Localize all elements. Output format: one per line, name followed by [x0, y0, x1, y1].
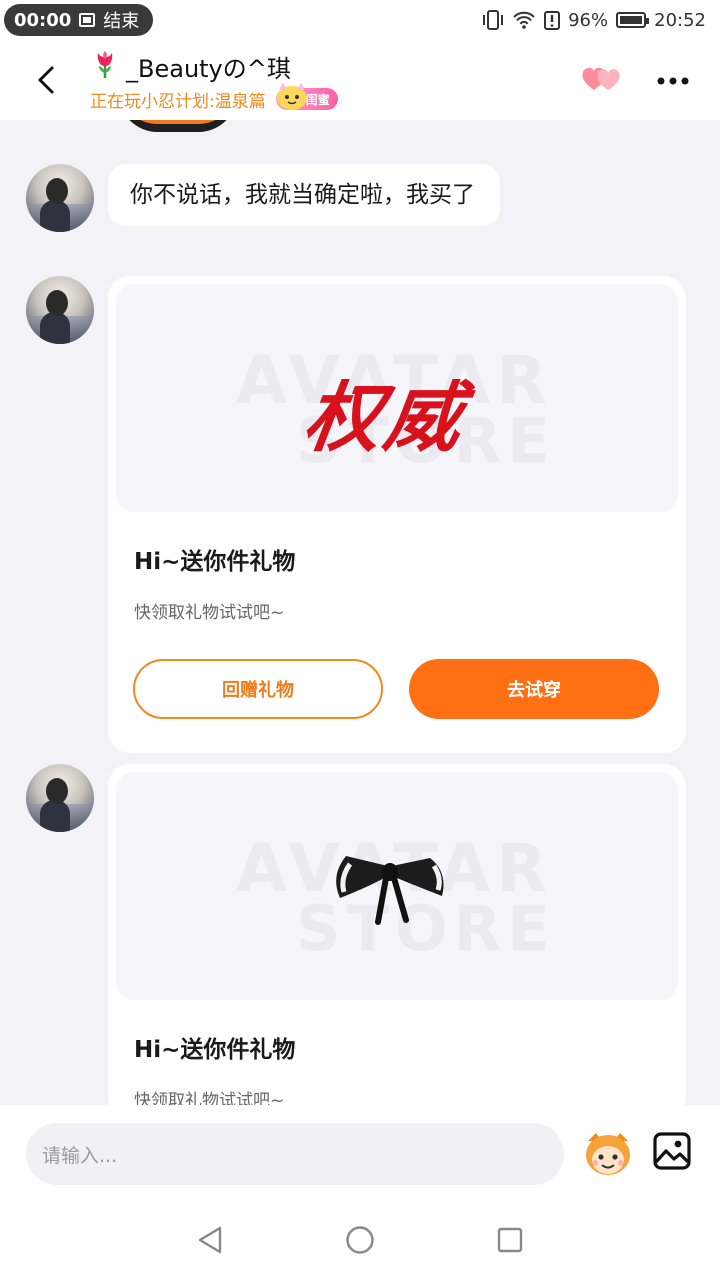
chevron-left-icon: [38, 66, 54, 94]
return-gift-button[interactable]: 回赠礼物: [133, 659, 383, 719]
contact-avatar[interactable]: [26, 164, 94, 232]
square-recents-icon: [497, 1227, 523, 1253]
gift-item-image: 权威: [298, 373, 472, 462]
gift-preview-image[interactable]: AVATAR STORE 权威: [116, 284, 678, 512]
chat-title-block[interactable]: _Beautyの^琪 正在玩小忍计划:温泉篇 闺蜜: [90, 49, 580, 112]
triangle-back-icon: [198, 1226, 222, 1254]
gift-description: 快领取礼物试试吧~: [134, 603, 285, 623]
battery-percent: 96%: [568, 9, 609, 31]
clock: 20:52: [654, 9, 706, 31]
signal-alert-icon: [544, 10, 561, 30]
gift-title: Hi~送你件礼物: [134, 1037, 296, 1063]
screen-recording-pill[interactable]: 00:00 结束: [4, 4, 154, 36]
gift-preview-image[interactable]: AVATAR STORE: [116, 772, 678, 1000]
gift-description: 快领取礼物试试吧~: [134, 1091, 285, 1105]
try-on-button[interactable]: 去试穿: [409, 659, 659, 719]
message-list[interactable]: 你不说话，我就当确定啦，我买了 AVATAR STORE 权威 Hi~送你件礼物…: [0, 120, 720, 1105]
vibrate-icon: [482, 10, 504, 30]
bestie-emoji-icon: [276, 83, 307, 110]
circle-home-icon: [346, 1226, 374, 1254]
contact-name: _Beautyの^琪: [126, 55, 291, 83]
recording-stop-label: 结束: [103, 11, 140, 32]
monkey-face-icon: [586, 1133, 630, 1175]
back-button[interactable]: [0, 40, 90, 120]
relationship-badge: 闺蜜: [275, 83, 338, 110]
chat-header: _Beautyの^琪 正在玩小忍计划:温泉篇 闺蜜: [0, 40, 720, 120]
gift-card[interactable]: AVATAR STORE 权威 Hi~送你件礼物 快领取礼物试试吧~ 回赠礼物 …: [108, 276, 686, 753]
system-nav-bar: [0, 1200, 720, 1280]
gift-card[interactable]: AVATAR STORE Hi~送你件礼物 快领取礼物试试吧~: [108, 764, 686, 1105]
message-input[interactable]: 请输入...: [26, 1123, 564, 1185]
battery-icon: [616, 12, 650, 28]
nav-back-button[interactable]: [180, 1210, 240, 1270]
gift-title: Hi~送你件礼物: [134, 549, 296, 575]
input-bar: 请输入...: [0, 1105, 720, 1200]
hair-bow-icon: [336, 856, 444, 925]
contact-avatar[interactable]: [26, 764, 94, 832]
nav-recents-button[interactable]: [480, 1210, 540, 1270]
wifi-icon: [512, 10, 536, 30]
sticker-button[interactable]: [580, 1125, 636, 1181]
recording-time: 00:00: [14, 9, 72, 31]
nav-home-button[interactable]: [330, 1210, 390, 1270]
contact-avatar[interactable]: [26, 276, 94, 344]
status-icons: 96% 20:52: [482, 10, 706, 31]
message-text: 你不说话，我就当确定啦，我买了: [130, 182, 475, 208]
intimacy-hearts-icon[interactable]: [580, 63, 622, 97]
previous-sticker-image: [118, 120, 238, 132]
tulip-emoji-icon: [90, 49, 120, 85]
image-button[interactable]: [650, 1129, 694, 1173]
status-bar: 00:00 结束 96% 20:52: [0, 0, 720, 40]
contact-activity: 正在玩小忍计划:温泉篇: [90, 91, 266, 112]
text-message-bubble[interactable]: 你不说话，我就当确定啦，我买了: [108, 164, 500, 226]
image-icon: [653, 1132, 691, 1170]
stop-recording-icon: [79, 13, 96, 27]
more-options-icon[interactable]: [656, 71, 690, 90]
